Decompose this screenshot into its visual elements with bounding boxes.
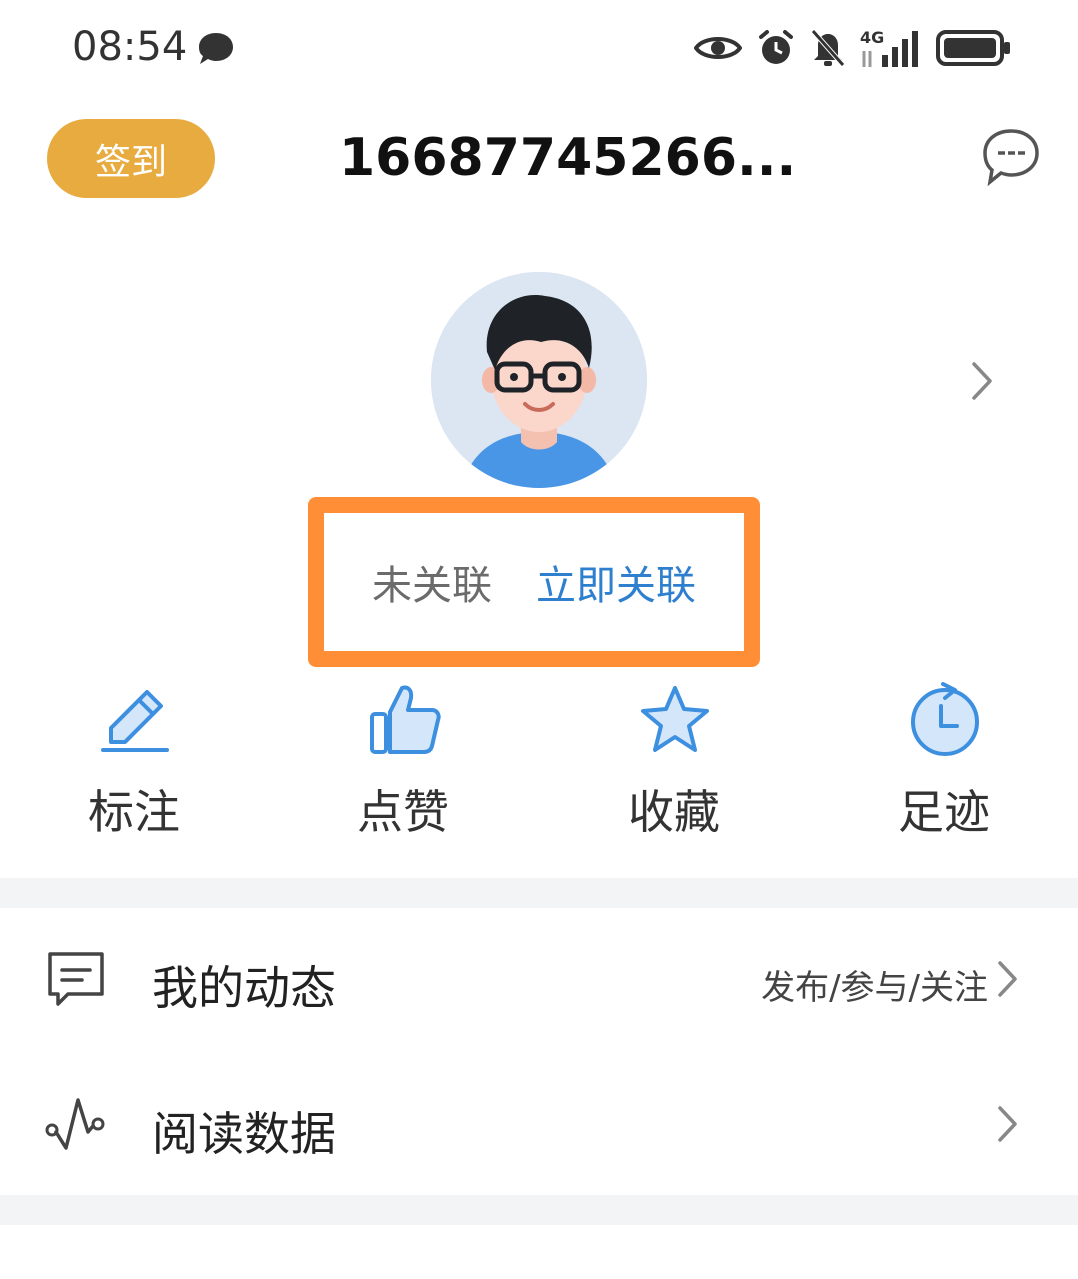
chevron-right-icon (998, 961, 1017, 997)
unlinked-status: 未关联 (372, 563, 492, 609)
chevron-right-icon (998, 1106, 1017, 1142)
section-divider (0, 1195, 1078, 1225)
quick-action-annotate[interactable]: 标注 (64, 682, 204, 839)
pencil-icon (101, 690, 169, 752)
quick-action-label: 足迹 (898, 785, 990, 839)
status-time: 08:54 (72, 24, 188, 70)
line-graph-icon (45, 1098, 105, 1150)
list-item-partial[interactable]: 我的投稿 (0, 1225, 1078, 1279)
checkin-button[interactable]: 签到 (47, 119, 215, 198)
quick-action-label: 标注 (88, 785, 180, 839)
quick-action-history[interactable]: 足迹 (874, 682, 1014, 839)
comment-icon (48, 952, 104, 1006)
chat-dots-icon[interactable] (980, 126, 1042, 188)
battery-icon (936, 30, 1010, 66)
quick-action-favorite[interactable]: 收藏 (604, 682, 744, 839)
chat-bubble-icon (199, 33, 233, 64)
chevron-right-icon[interactable] (966, 360, 996, 402)
list-item-subtext: 发布/参与/关注 (761, 968, 988, 1008)
bell-muted-icon (811, 29, 845, 67)
link-now-button[interactable]: 立即关联 (536, 553, 696, 611)
network-label: 4G (860, 28, 884, 47)
list-item-label: 阅读数据 (152, 1107, 336, 1161)
eye-icon (694, 37, 742, 59)
section-divider (0, 878, 1078, 908)
avatar[interactable] (431, 272, 647, 488)
list-item-my-activity[interactable]: 我的动态 发布/参与/关注 (0, 908, 1078, 1048)
star-icon (641, 686, 709, 752)
alarm-icon (759, 30, 793, 64)
quick-action-like[interactable]: 点赞 (333, 682, 473, 839)
status-icons: 4G (694, 26, 1012, 70)
quick-action-label: 点赞 (357, 785, 449, 839)
thumbs-up-icon (370, 685, 441, 754)
signal-icon: 4G (860, 28, 918, 67)
page-title: 16687745266... (339, 128, 797, 188)
list-item-label: 我的动态 (152, 961, 336, 1015)
quick-action-label: 收藏 (628, 785, 720, 839)
clock-history-icon (911, 682, 979, 756)
list-item-reading-data[interactable]: 阅读数据 (0, 1052, 1078, 1192)
list-item-label: 我的投稿 (152, 1269, 336, 1279)
status-bar: 08:54 4G (0, 0, 1078, 100)
link-status-box: 未关联 立即关联 (308, 497, 760, 667)
avatar-cartoon-boy (431, 272, 647, 488)
